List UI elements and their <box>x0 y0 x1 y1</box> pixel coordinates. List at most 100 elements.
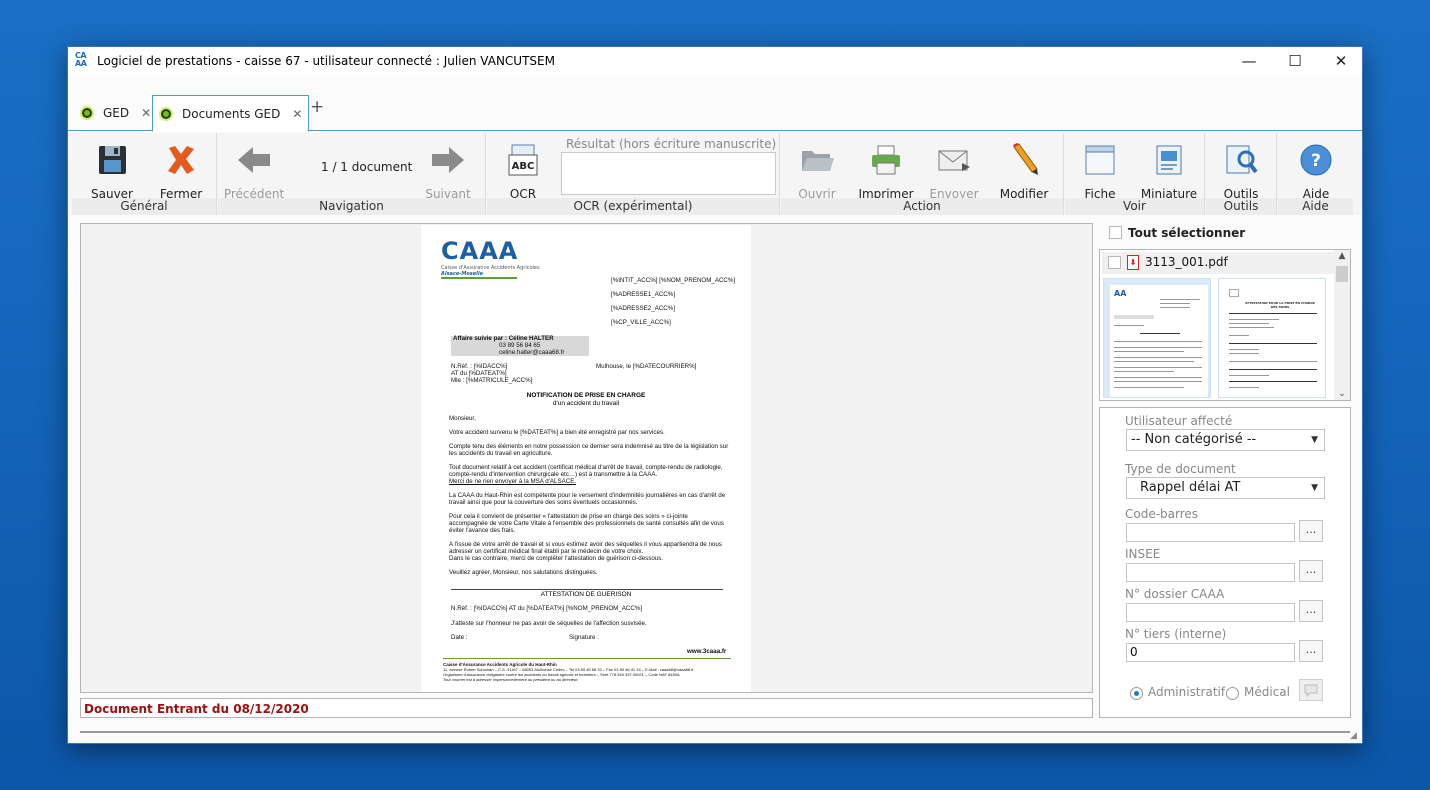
file-list: ⬇ 3113_001.pdf AA ATTESTATION POUR LA PR… <box>1099 249 1351 401</box>
arrow-right-icon <box>432 147 464 173</box>
svg-text:ABC: ABC <box>512 161 535 172</box>
save-button[interactable]: Sauver <box>81 143 143 201</box>
ocr-button[interactable]: ABC OCR <box>492 143 554 201</box>
ocr-scan-icon: ABC <box>508 144 538 176</box>
radio-medical-label: Médical <box>1244 685 1290 699</box>
comment-icon <box>1304 684 1318 698</box>
tools-icon <box>1226 145 1258 174</box>
app-logo-icon: CA AA <box>75 51 87 68</box>
tab-close-icon[interactable]: ✕ <box>141 106 151 120</box>
insee-browse-button[interactable]: ... <box>1299 560 1323 582</box>
insee-field[interactable] <box>1126 563 1295 582</box>
insee-label: INSEE <box>1125 547 1161 561</box>
group-label: Outils <box>1206 198 1276 215</box>
comment-button[interactable] <box>1299 679 1323 701</box>
maximize-button[interactable]: ☐ <box>1272 47 1318 75</box>
tiers-browse-button[interactable]: ... <box>1299 640 1323 662</box>
print-button[interactable]: Imprimer <box>855 143 917 201</box>
list-item[interactable]: ⬇ 3113_001.pdf <box>1102 252 1334 274</box>
close-window-button[interactable]: ✕ <box>1318 47 1364 75</box>
page-thumbnail-2[interactable]: ATTESTATION POUR LA PRISE EN CHARGE DES … <box>1218 278 1326 398</box>
group-ocr: ABC OCR Résultat (hors écriture manuscri… <box>487 133 780 215</box>
next-button[interactable]: Suivant <box>417 143 479 201</box>
page-thumbnail-1[interactable]: AA <box>1103 278 1211 398</box>
status-dot-icon <box>159 106 173 121</box>
printer-icon <box>872 145 900 175</box>
previous-button[interactable]: Précédent <box>223 143 285 201</box>
metadata-form: Utilisateur affecté -- Non catégorisé --… <box>1099 407 1351 718</box>
tab-close-icon[interactable]: ✕ <box>292 107 302 121</box>
dossier-label: N° dossier CAAA <box>1125 587 1225 601</box>
group-label: Navigation <box>218 198 485 215</box>
group-label: Voir <box>1065 198 1204 215</box>
select-all-checkbox[interactable]: Tout sélectionner <box>1109 225 1245 240</box>
envelope-icon <box>938 150 970 171</box>
send-button[interactable]: Envoyer <box>923 143 985 201</box>
ocr-result-label: Résultat (hors écriture manuscrite) <box>566 137 777 151</box>
assigned-user-select[interactable]: -- Non catégorisé -- ▼ <box>1126 429 1325 451</box>
assigned-user-label: Utilisateur affecté <box>1125 414 1233 428</box>
chevron-down-icon: ▼ <box>1311 483 1318 493</box>
scroll-up-icon[interactable]: ▲ <box>1334 251 1350 261</box>
document-status: Document Entrant du 08/12/2020 <box>80 698 1093 718</box>
scrollbar-thumb[interactable] <box>1336 266 1348 282</box>
file-list-scrollbar[interactable]: ▲ ⌄ <box>1334 250 1350 400</box>
tools-button[interactable]: Outils <box>1210 143 1272 201</box>
thumbnail-logo: AA <box>1114 289 1127 298</box>
close-button[interactable]: Fermer <box>150 143 212 201</box>
thumbnail-icon <box>1156 145 1182 175</box>
red-x-icon <box>168 146 194 174</box>
ribbon-toolbar: Sauver Fermer Général Précédent 1 / 1 do… <box>68 133 1362 215</box>
dossier-browse-button[interactable]: ... <box>1299 600 1323 622</box>
title-bar: CA AA Logiciel de prestations - caisse 6… <box>68 47 1362 75</box>
radio-medical[interactable] <box>1226 687 1239 700</box>
card-button[interactable]: Fiche <box>1069 143 1131 201</box>
group-general: Sauver Fermer Général <box>72 133 217 215</box>
scroll-down-icon[interactable]: ⌄ <box>1334 389 1350 399</box>
tab-documents-ged[interactable]: Documents GED ✕ <box>152 95 310 132</box>
resize-grip-icon[interactable]: ◢ <box>1350 731 1360 741</box>
document-type-select[interactable]: Rappel délai AT ▼ <box>1126 477 1325 499</box>
document-counter: 1 / 1 document <box>321 160 413 174</box>
dossier-field[interactable] <box>1126 603 1295 622</box>
thumbnail-button[interactable]: Miniature <box>1138 143 1200 201</box>
group-action: Ouvrir Imprimer Envoyer Modifier Action <box>781 133 1064 215</box>
barcode-label: Code-barres <box>1125 507 1199 521</box>
tiers-field[interactable]: 0 <box>1126 643 1295 662</box>
checkbox[interactable] <box>1109 226 1122 239</box>
floppy-disk-icon <box>99 146 126 174</box>
group-voir: Fiche Miniature Voir <box>1065 133 1205 215</box>
pencil-icon <box>1013 143 1038 175</box>
chevron-down-icon: ▼ <box>1311 435 1318 445</box>
add-tab-button[interactable]: + <box>310 97 324 117</box>
document-viewer[interactable]: CAAA Caisse d'Assurance Accidents Agrico… <box>80 223 1093 693</box>
caaa-logo: CAAA <box>441 237 519 265</box>
help-button[interactable]: ? Aide <box>1285 143 1347 201</box>
group-navigation: Précédent 1 / 1 document Suivant Navigat… <box>218 133 486 215</box>
group-outils: Outils Outils <box>1206 133 1277 215</box>
splitter-handle[interactable] <box>80 731 1350 733</box>
tab-label: GED <box>103 106 130 120</box>
ocr-result-field[interactable] <box>561 152 776 195</box>
status-dot-icon <box>80 106 94 120</box>
document-page: CAAA Caisse d'Assurance Accidents Agrico… <box>421 225 751 692</box>
edit-button[interactable]: Modifier <box>993 143 1055 201</box>
tab-label: Documents GED <box>182 106 281 121</box>
group-label: Aide <box>1278 198 1353 215</box>
tab-bar: GED ✕ Documents GED ✕ + <box>68 75 1362 132</box>
folder-icon <box>802 151 834 171</box>
group-label: Général <box>72 198 216 215</box>
radio-administratif[interactable] <box>1130 687 1143 700</box>
card-icon <box>1085 145 1115 175</box>
group-aide: ? Aide Aide <box>1278 133 1353 215</box>
arrow-left-icon <box>238 147 270 173</box>
svg-text:?: ? <box>1311 151 1321 171</box>
barcode-browse-button[interactable]: ... <box>1299 520 1323 542</box>
open-button[interactable]: Ouvrir <box>786 143 848 201</box>
tab-ged[interactable]: GED ✕ <box>80 95 151 131</box>
barcode-field[interactable] <box>1126 523 1295 542</box>
tiers-label: N° tiers (interne) <box>1125 627 1227 641</box>
minimize-button[interactable]: — <box>1226 47 1272 75</box>
help-icon: ? <box>1300 144 1332 176</box>
file-checkbox[interactable] <box>1108 256 1121 269</box>
